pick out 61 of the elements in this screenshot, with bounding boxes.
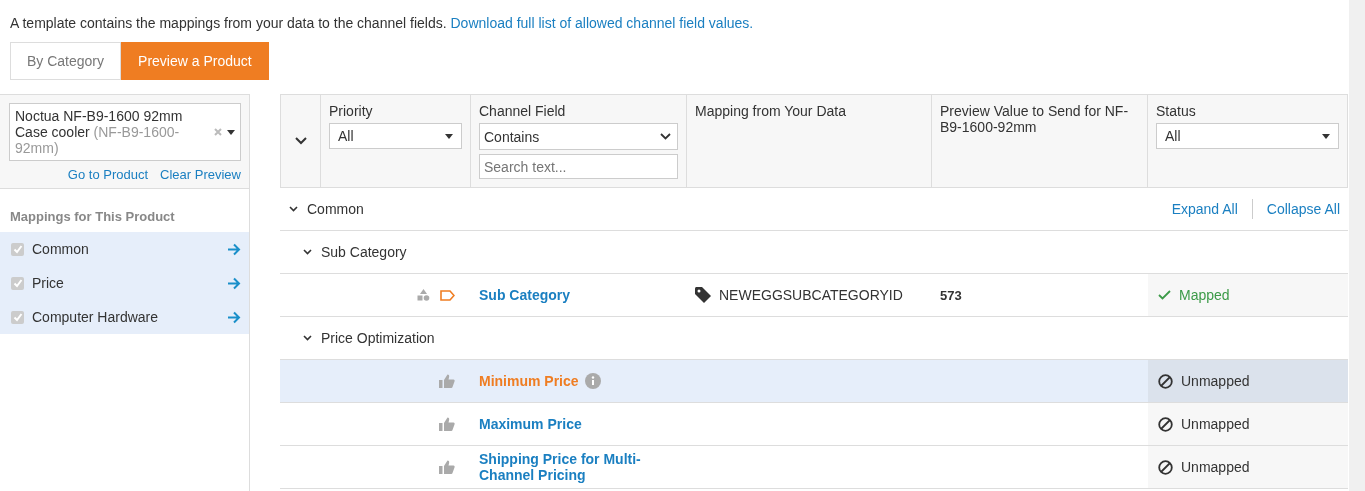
checkbox[interactable] — [11, 276, 24, 290]
mapping-item[interactable]: Common — [0, 232, 249, 266]
checkbox[interactable] — [11, 310, 24, 324]
expand-collapse-link[interactable]: Expand All — [1171, 201, 1238, 217]
mapping-item[interactable]: Price — [0, 266, 249, 300]
caret-icon — [445, 133, 453, 139]
table-row[interactable]: Sub Category NEWEGGSUBCATEGORYID 573 Mapped — [280, 274, 1348, 317]
chevron-down-icon[interactable] — [294, 137, 307, 145]
mapping-source: NEWEGGSUBCATEGORYID — [719, 287, 903, 303]
column-header: Channel Field — [479, 103, 567, 119]
group-toggle[interactable]: Price Optimization — [303, 330, 435, 346]
search-field[interactable]: Search text... — [479, 154, 678, 179]
panel-title: Mappings for This Product — [9, 208, 176, 226]
group-toggle[interactable]: Sub Category — [303, 244, 407, 260]
chevron-down-icon — [660, 133, 671, 141]
intro-text: A template contains the mappings from your data to the channel fields. Download full list of allowed channel field values. — [10, 14, 755, 32]
match-select[interactable]: Contains — [479, 123, 678, 151]
tag-icon — [695, 287, 711, 303]
caret-icon — [1322, 133, 1330, 139]
status-text: Unmapped — [1181, 416, 1250, 432]
thumbs-up-icon — [439, 460, 455, 474]
product-link[interactable]: Clear Preview — [160, 167, 241, 182]
shapes-icon — [417, 289, 430, 301]
checkbox[interactable] — [11, 242, 24, 256]
field-name-link[interactable]: Shipping Price for Multi-Channel Pricing — [479, 451, 687, 483]
table-row[interactable]: Maximum Price Unmapped — [280, 403, 1348, 446]
status-text: Unmapped — [1181, 373, 1250, 389]
product-link[interactable]: Go to Product — [67, 167, 149, 182]
field-name-link[interactable]: Sub Category — [479, 287, 570, 303]
status-text: Mapped — [1179, 287, 1230, 303]
table-row[interactable]: Shipping Price for Multi-Channel Pricing Unmapped — [280, 446, 1348, 489]
clear-icon[interactable] — [214, 128, 222, 136]
thumbs-up-icon — [439, 374, 455, 388]
table-row[interactable]: Minimum Price Unmapped — [280, 360, 1348, 403]
arrow-right-icon[interactable] — [227, 276, 241, 290]
tag-outline-icon — [440, 289, 455, 301]
product-select[interactable]: Noctua NF-B9-1600 92mm Case cooler (NF-B9-1600-92mm) — [9, 103, 241, 161]
mapping-item[interactable]: Computer Hardware — [0, 300, 249, 334]
expand-collapse-link[interactable]: Collapse All — [1266, 201, 1340, 217]
prohibited-icon — [1158, 373, 1173, 389]
column-header: Preview Value to Send for NF-B9-1600-92mm — [940, 103, 1130, 135]
column-header: Priority — [329, 103, 374, 119]
arrow-right-icon[interactable] — [227, 242, 241, 256]
check-icon — [1158, 290, 1171, 300]
filter-dropdown[interactable]: All — [329, 123, 462, 149]
info-icon[interactable] — [584, 373, 601, 389]
download-link[interactable]: Download full list of allowed channel field values. — [450, 15, 754, 31]
preview-value: 573 — [940, 287, 962, 303]
tab[interactable]: By Category — [10, 42, 122, 80]
field-name-link[interactable]: Maximum Price — [479, 416, 582, 432]
status-text: Unmapped — [1181, 459, 1250, 475]
filter-dropdown[interactable]: All — [1156, 123, 1339, 149]
prohibited-icon — [1158, 416, 1173, 432]
thumbs-up-icon — [439, 417, 455, 431]
column-header: Status — [1156, 103, 1197, 119]
group-toggle[interactable]: Common — [289, 201, 364, 217]
column-header: Mapping from Your Data — [695, 103, 847, 119]
caret-icon — [227, 129, 235, 135]
scrollbar[interactable] — [1349, 0, 1365, 491]
arrow-right-icon[interactable] — [227, 310, 241, 324]
prohibited-icon — [1158, 459, 1173, 475]
